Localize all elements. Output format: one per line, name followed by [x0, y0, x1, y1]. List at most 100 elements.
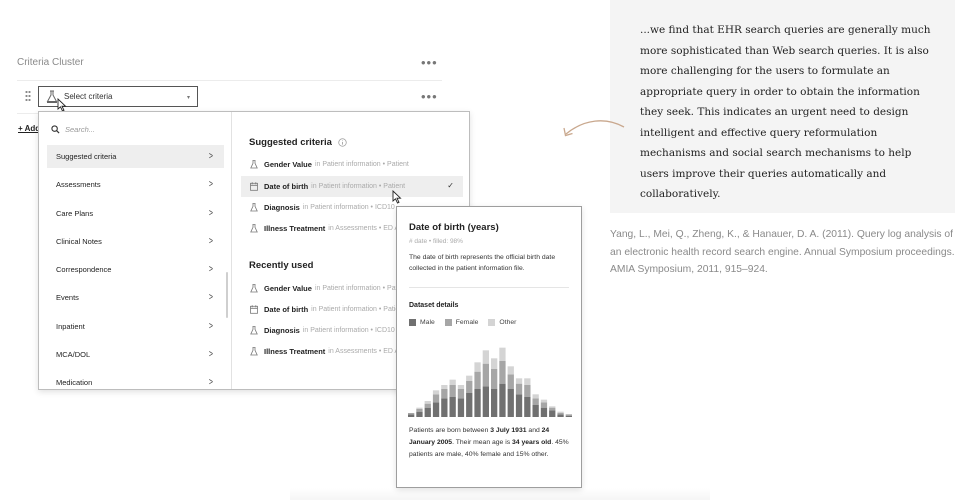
quote-text: ...we find that EHR search queries are g…	[640, 24, 931, 200]
bar-male-13	[507, 389, 514, 417]
bar-female-20	[565, 414, 572, 416]
bar-female-6	[449, 385, 456, 397]
chevron-right-icon: >	[209, 264, 214, 276]
chevron-right-icon: >	[209, 292, 214, 304]
bar-female-15	[524, 385, 531, 397]
drag-handle-icon[interactable]	[25, 90, 31, 102]
card-description: The date of birth represents the officia…	[409, 254, 556, 272]
bar-male-1	[408, 414, 415, 417]
bar-other-19	[557, 411, 564, 413]
flask-icon	[250, 284, 258, 293]
calendar-icon	[250, 305, 258, 314]
bar-male-19	[557, 414, 564, 417]
bar-other-15	[524, 378, 531, 385]
card-subtitle: # date • filled: 98%	[409, 238, 463, 245]
legend-swatch	[444, 319, 452, 326]
bar-male-12	[499, 383, 506, 417]
bar-female-2	[416, 409, 423, 412]
cluster-more-icon[interactable]: •••	[421, 56, 438, 69]
category-mca-dol[interactable]: MCA/DOL >	[47, 343, 224, 366]
chart-legend: Male Female Other	[409, 319, 526, 326]
bar-female-3	[424, 403, 431, 408]
bar-male-15	[524, 397, 531, 417]
category-correspondence[interactable]: Correspondence >	[47, 258, 224, 281]
bar-other-9	[474, 362, 481, 372]
flask-icon	[250, 224, 258, 233]
category-clinical-notes[interactable]: Clinical Notes >	[47, 230, 224, 253]
search-placeholder: Search...	[65, 125, 96, 134]
bar-male-3	[424, 407, 431, 417]
bar-male-2	[416, 411, 423, 417]
bar-other-10	[482, 350, 489, 364]
birth-distribution-chart	[408, 347, 572, 417]
card-divider	[409, 287, 569, 288]
bar-other-16	[532, 394, 539, 399]
flask-icon	[250, 326, 258, 335]
calendar-icon	[250, 182, 258, 191]
chevron-right-icon: >	[209, 235, 214, 247]
criteria-option-gender-value[interactable]: Gender Value in Patient information • Pa…	[241, 154, 463, 175]
category-care-plans[interactable]: Care Plans >	[47, 202, 224, 225]
bar-other-6	[449, 379, 456, 385]
category-scrollbar[interactable]	[226, 272, 228, 318]
chevron-down-icon: ▾	[186, 95, 190, 101]
bar-male-7	[457, 398, 465, 417]
chevron-right-icon: >	[209, 179, 214, 191]
quote-citation: Yang, L., Mei, Q., Zheng, K., & Hanauer,…	[610, 229, 955, 275]
dataset-details-heading: Dataset details	[409, 302, 459, 309]
bar-male-11	[491, 389, 498, 417]
flask-icon	[250, 347, 258, 356]
bar-female-13	[507, 374, 514, 389]
bar-male-18	[549, 410, 556, 417]
legend-other: Other	[488, 319, 516, 326]
category-assessments[interactable]: Assessments >	[47, 173, 224, 196]
bar-male-17	[540, 407, 548, 417]
bar-male-16	[532, 405, 539, 417]
bar-female-1	[408, 413, 415, 415]
bar-female-10	[482, 363, 489, 387]
suggested-criteria-heading: Suggested criteria	[249, 137, 347, 148]
category-medication[interactable]: Medication >	[47, 371, 224, 389]
recently-used-heading: Recently used	[249, 260, 314, 271]
cluster-title: Criteria Cluster	[17, 57, 84, 68]
add-criteria-link[interactable]: + Add	[18, 124, 40, 133]
search-icon	[51, 125, 60, 134]
chevron-right-icon: >	[209, 377, 214, 389]
bar-male-20	[565, 415, 572, 417]
row-more-icon[interactable]: •••	[421, 90, 438, 103]
bar-other-8	[466, 375, 473, 381]
chevron-right-icon: >	[209, 151, 214, 162]
bar-other-11	[491, 358, 498, 369]
category-inpatient[interactable]: Inpatient >	[47, 315, 224, 338]
bar-female-11	[491, 369, 498, 389]
criteria-option-date-of-birth[interactable]: Date of birth in Patient information • P…	[241, 176, 463, 197]
bar-male-5	[441, 398, 448, 417]
bar-other-4	[432, 390, 440, 395]
bar-other-14	[515, 378, 523, 384]
bar-other-17	[540, 399, 548, 403]
category-events[interactable]: Events >	[47, 286, 224, 309]
flask-icon	[250, 203, 258, 212]
category-suggested-criteria[interactable]: Suggested criteria >	[47, 145, 224, 168]
card-summary: Patients are born between 3 July 1931 an…	[409, 427, 569, 458]
bar-other-3	[424, 401, 431, 404]
bar-male-10	[482, 386, 489, 417]
bar-female-7	[457, 389, 465, 399]
bar-other-7	[457, 385, 465, 389]
bar-female-5	[441, 389, 448, 399]
info-icon[interactable]	[338, 138, 347, 147]
bar-other-5	[441, 385, 448, 389]
bar-female-16	[532, 398, 539, 405]
check-icon: ✓	[447, 181, 454, 190]
bar-male-9	[474, 389, 481, 417]
category-list: Suggested criteria > Assessments > Care Pl…	[47, 145, 224, 389]
bar-other-2	[416, 407, 423, 409]
bar-female-12	[499, 361, 506, 384]
mouse-cursor-icon	[57, 98, 67, 112]
bar-female-18	[549, 407, 556, 411]
legend-female: Female	[444, 319, 478, 326]
legend-swatch	[409, 319, 416, 326]
search-field[interactable]: Search...	[51, 125, 95, 134]
legend-swatch	[488, 319, 496, 326]
bar-female-9	[474, 371, 481, 389]
